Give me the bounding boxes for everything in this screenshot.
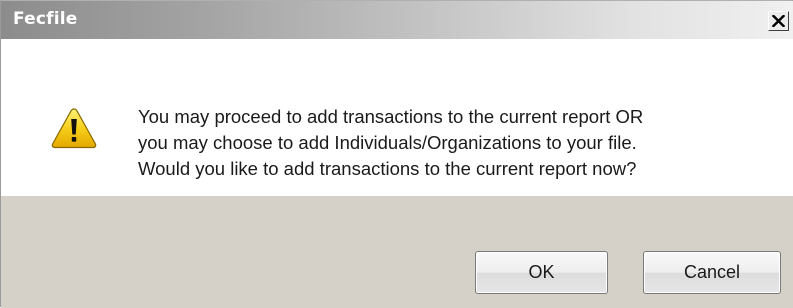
dialog-message: You may proceed to add transactions to t… — [138, 104, 778, 182]
warning-icon — [51, 108, 97, 149]
message-line: Would you like to add transactions to th… — [138, 158, 637, 179]
button-bar: OK Cancel — [1, 196, 793, 308]
cancel-button[interactable]: Cancel — [643, 251, 781, 294]
message-dialog: Fecfile You may proceed to add transacti… — [0, 0, 793, 308]
dialog-content: You may proceed to add transactions to t… — [1, 39, 793, 196]
message-line: You may proceed to add transactions to t… — [138, 106, 644, 127]
ok-button[interactable]: OK — [475, 251, 608, 294]
close-icon — [772, 15, 785, 27]
close-button[interactable] — [768, 11, 789, 31]
window-title: Fecfile — [13, 9, 78, 29]
message-line: you may choose to add Individuals/Organi… — [138, 132, 637, 153]
title-bar[interactable]: Fecfile — [1, 1, 793, 39]
